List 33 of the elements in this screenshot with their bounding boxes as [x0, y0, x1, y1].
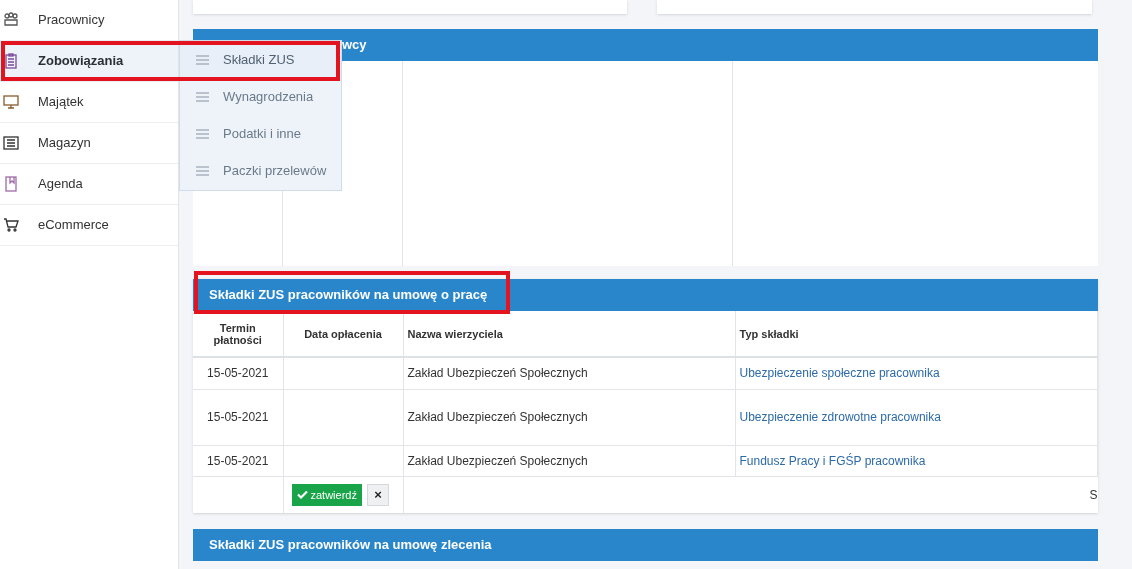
column-header: Termin płatności: [193, 311, 283, 357]
people-icon: [3, 12, 19, 28]
panel-title: Składki ZUS pracowników na umowę zlecenia: [209, 536, 492, 555]
menu-icon: [196, 54, 209, 65]
panel-title: Składki ZUS pracowników na umowę o pracę: [209, 286, 488, 305]
footer-text: S: [1089, 487, 1098, 502]
panel-title: wcy: [342, 36, 367, 55]
submenu-item[interactable]: Paczki przelewów: [180, 152, 341, 189]
contribution-link[interactable]: Ubezpieczenie społeczne pracownika: [739, 366, 940, 381]
menu-icon: [196, 91, 209, 102]
check-icon: [296, 490, 308, 500]
table-cell: Zakład Ubezpieczeń Społecznych: [407, 453, 588, 468]
table-cell: 15-05-2021: [207, 366, 269, 381]
cart-icon: [3, 217, 19, 233]
column-header: Nazwa wierzyciela: [403, 311, 735, 357]
submenu-item[interactable]: Podatki i inne: [180, 115, 341, 152]
book-icon: [3, 176, 19, 192]
table-cell: Zakład Ubezpieczeń Społecznych: [407, 366, 588, 381]
menu-icon: [196, 165, 209, 176]
confirm-button[interactable]: zatwierdź: [291, 483, 362, 506]
contribution-link[interactable]: Fundusz Pracy i FGŚP pracownika: [739, 453, 926, 468]
submenu-item[interactable]: Wynagrodzenia: [180, 78, 341, 115]
table-cell: Zakład Ubezpieczeń Społecznych: [407, 410, 588, 424]
menu-icon: [196, 128, 209, 139]
column-header: Typ składki: [735, 311, 1098, 357]
table-cell: 15-05-2021: [207, 410, 269, 424]
contribution-link[interactable]: Ubezpieczenie zdrowotne pracownika: [739, 410, 941, 424]
column-header: Data opłacenia: [283, 311, 403, 357]
clipboard-icon: [3, 53, 19, 69]
list-icon: [3, 135, 19, 151]
monitor-icon: [3, 94, 19, 110]
table-cell: 15-05-2021: [207, 453, 269, 468]
cancel-button[interactable]: ×: [366, 483, 389, 506]
